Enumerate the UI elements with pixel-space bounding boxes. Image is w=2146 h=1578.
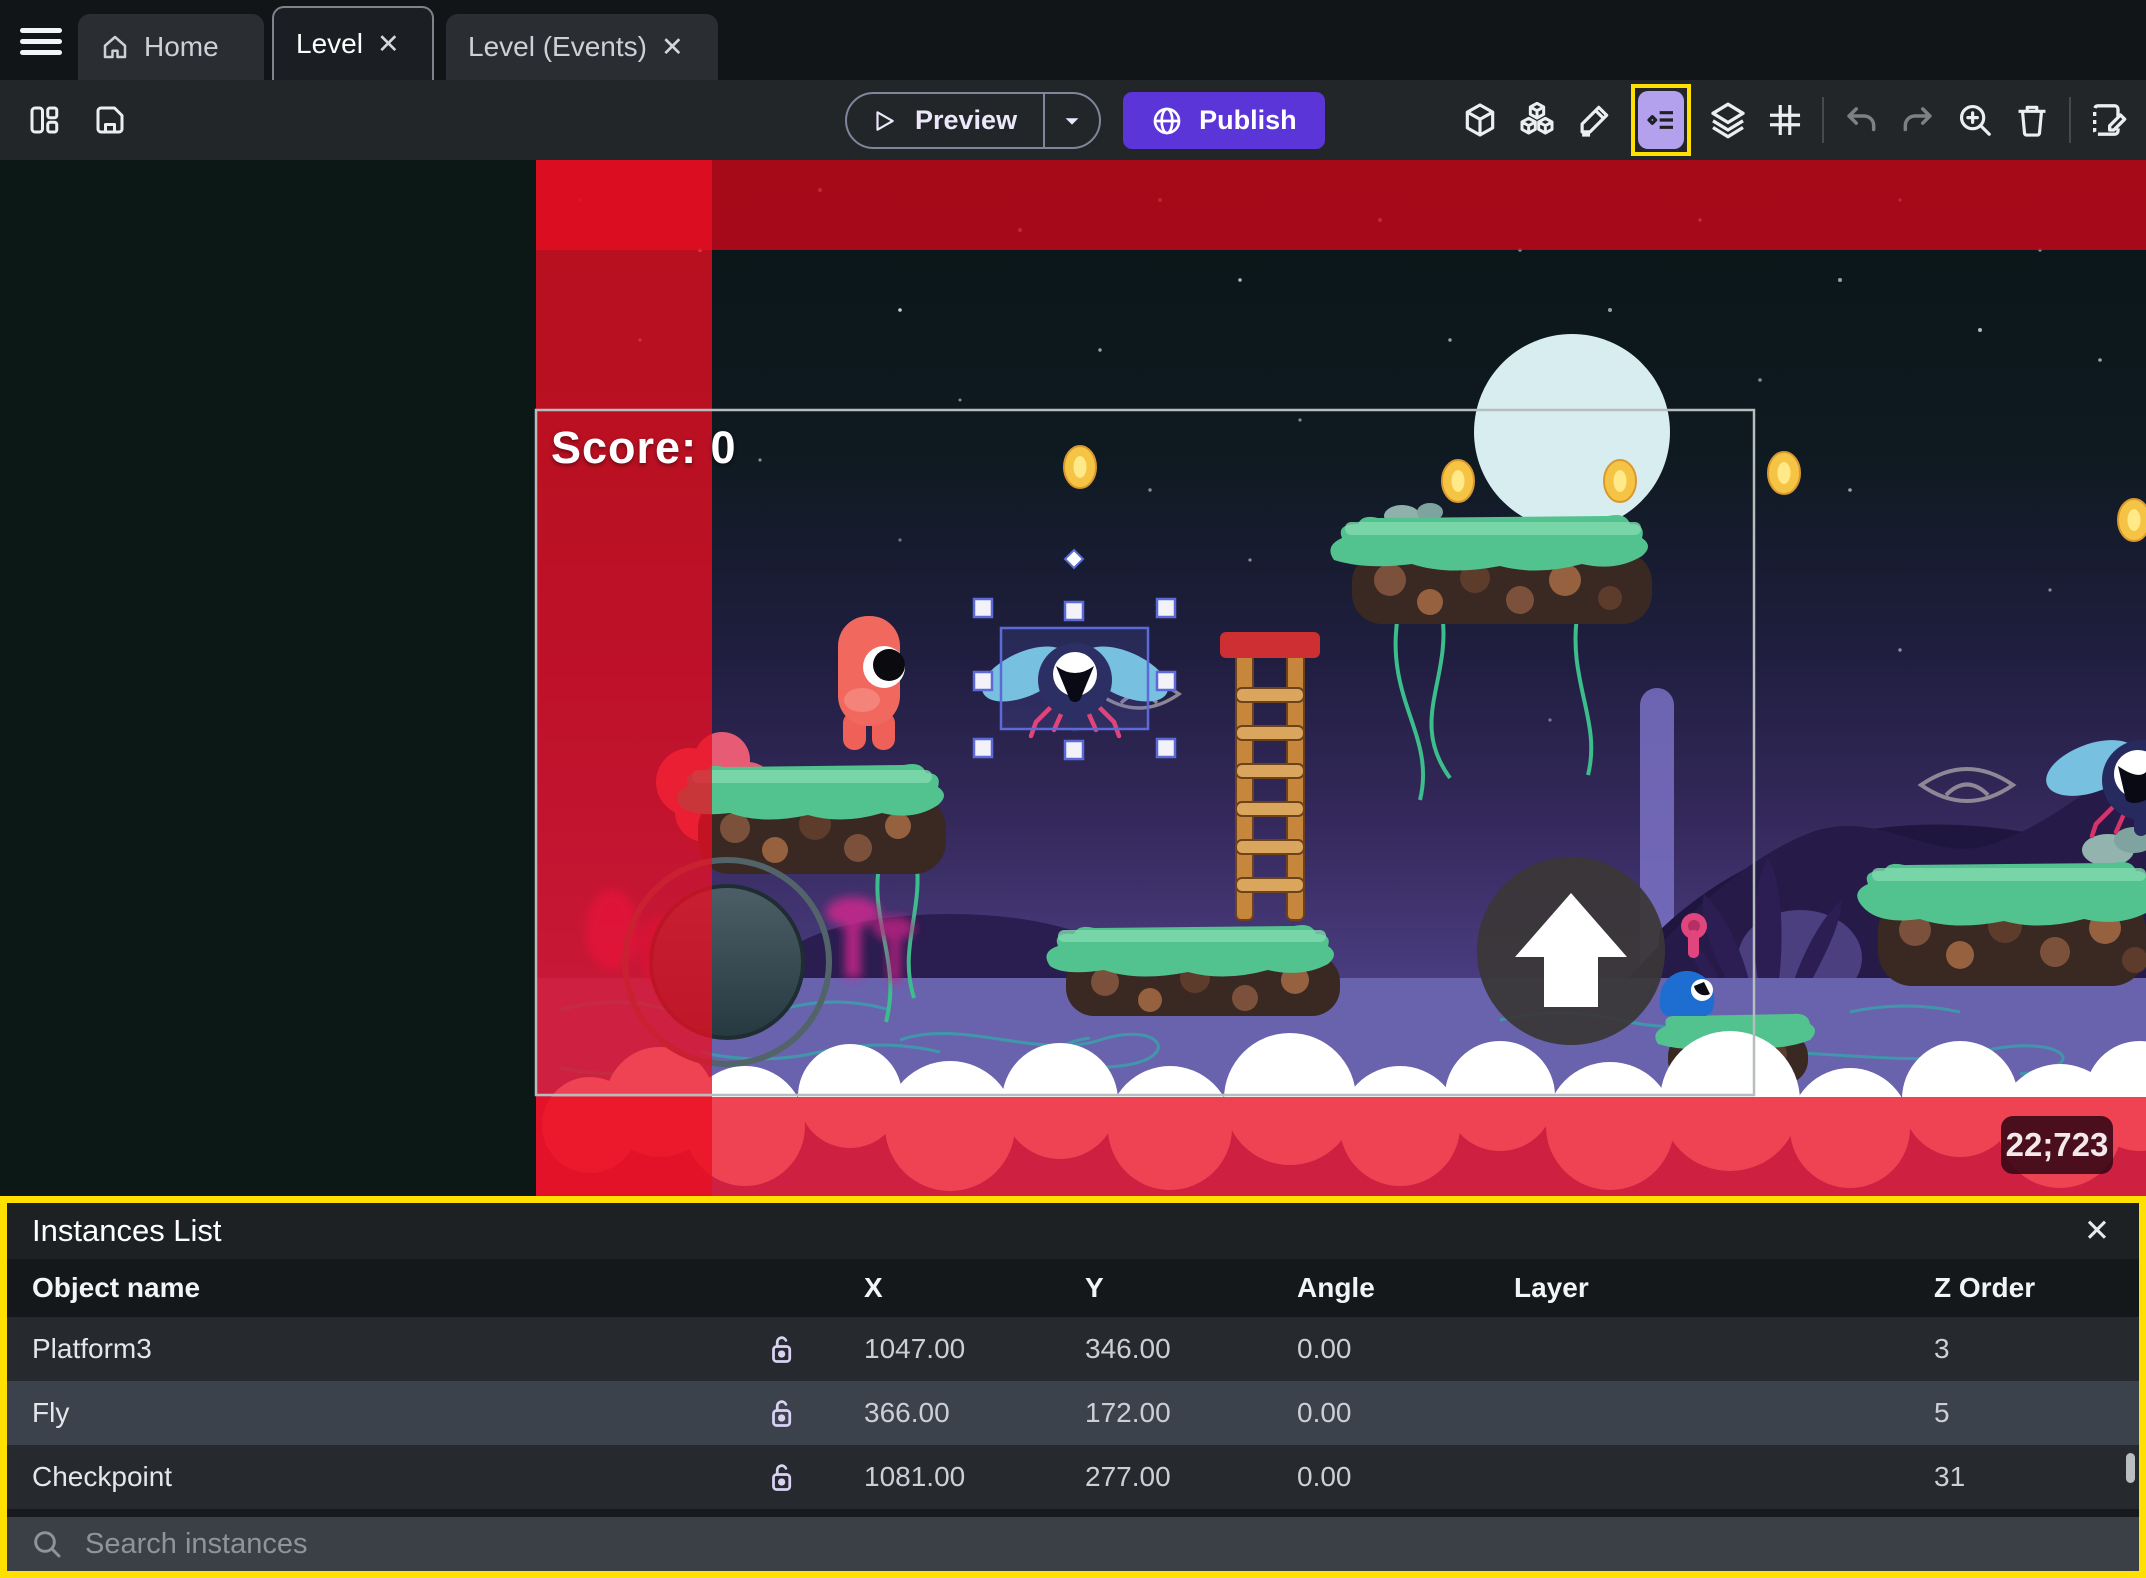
instance-x: 1047.00 [864,1333,966,1364]
instance-row-fly[interactable]: Fly 366.00 172.00 0.00 5 [7,1381,2139,1445]
instance-x: 366.00 [864,1397,950,1428]
lock-open-icon[interactable] [722,1332,839,1366]
grid-icon[interactable] [1765,100,1805,140]
search-bar [7,1517,2139,1571]
column-y: Y [1085,1272,1104,1303]
column-z-order: Z Order [1934,1272,2036,1303]
bounds-overlay-left [536,160,712,1196]
tab-home[interactable]: Home [78,14,264,80]
jump-button[interactable] [1477,857,1665,1045]
instance-row-checkpoint[interactable]: Checkpoint 1081.00 277.00 0.00 31 [7,1445,2139,1509]
tab-level[interactable]: Level ✕ [272,6,434,80]
instance-angle: 0.00 [1297,1461,1352,1492]
pencil-icon[interactable] [1574,100,1614,140]
close-icon[interactable]: ✕ [2079,1213,2115,1249]
tab-level-events-label: Level (Events) [468,31,647,62]
instance-y: 277.00 [1085,1461,1171,1492]
instance-name: Platform3 [32,1333,152,1364]
cursor-coordinates-badge: 22;723 [2001,1116,2113,1174]
instance-y: 172.00 [1085,1397,1171,1428]
instance-angle: 0.00 [1297,1397,1352,1428]
instance-name: Fly [32,1397,70,1428]
zoom-in-icon[interactable] [1955,100,1995,140]
moon [1474,334,1670,530]
score-text: Score: 0 [551,422,737,473]
column-angle: Angle [1297,1272,1375,1303]
instances-list-highlight [1631,84,1691,156]
tab-level-events[interactable]: Level (Events) ✕ [446,14,718,80]
layers-icon[interactable] [1708,100,1748,140]
bounds-overlay-bottom [536,1097,2146,1196]
instance-z: 3 [1934,1333,1950,1364]
panel-layout-icon[interactable] [24,100,64,140]
search-input[interactable] [85,1527,2115,1561]
instance-angle: 0.00 [1297,1333,1352,1364]
tab-level-events-close-icon[interactable]: ✕ [661,33,684,61]
instance-name: Checkpoint [32,1461,173,1492]
tab-level-close-icon[interactable]: ✕ [377,30,400,58]
platform-center[interactable] [1046,925,1340,1016]
undo-icon[interactable] [1841,100,1881,140]
lock-open-icon[interactable] [722,1460,839,1494]
globe-icon [1153,107,1181,134]
lock-open-icon[interactable] [722,1396,839,1430]
cube-icon[interactable] [1460,100,1500,140]
fly-enemy-selected[interactable] [974,628,1176,739]
bounds-overlay-top [536,160,2146,250]
instance-y: 346.00 [1085,1333,1171,1364]
column-object-name: Object name [32,1272,201,1303]
column-layer: Layer [1514,1272,1589,1303]
trash-icon[interactable] [2012,100,2052,140]
save-icon[interactable] [90,100,130,140]
scene-editor-canvas[interactable]: Score: 0 22;723 [0,160,2146,1196]
instances-list-title: Instances List [32,1213,222,1248]
instances-list-icon[interactable] [1638,91,1684,149]
app-window: Home Level ✕ Level (Events) ✕ Preview Pu… [0,0,2146,1578]
instances-list-panel: Instances List ✕ Object name X Y Angle L… [0,1196,2146,1578]
tab-bar: Home Level ✕ Level (Events) ✕ [0,0,2146,80]
preview-button-label: Preview [915,105,1018,135]
search-icon [34,1531,61,1558]
toolbar-separator [1822,97,1824,143]
instances-table-header: Object name X Y Angle Layer Z Order [7,1259,2139,1317]
scene-render [0,160,2146,1196]
menu-icon[interactable] [20,22,66,60]
publish-button[interactable]: Publish [1123,92,1325,149]
chevron-down-icon [1065,117,1079,125]
preview-dropdown-button[interactable] [1043,94,1099,147]
instances-table-body: Platform3 1047.00 346.00 0.00 3 Fly 366.00 172.… [7,1317,2139,1509]
instance-row-platform3[interactable]: Platform3 1047.00 346.00 0.00 3 [7,1317,2139,1381]
tab-home-label: Home [144,31,219,62]
publish-button-label: Publish [1199,105,1297,135]
instance-x: 1081.00 [864,1461,966,1492]
toolbar-separator [2069,97,2071,143]
scene-edit-icon[interactable] [2088,100,2128,140]
instance-z: 31 [1934,1461,1966,1492]
instances-cubes-icon[interactable] [1517,100,1557,140]
instances-list-titlebar: Instances List ✕ [7,1203,2139,1259]
home-icon [103,35,127,59]
editor-toolbar: Preview Publish [0,80,2146,160]
play-icon [876,110,894,131]
redo-icon[interactable] [1898,100,1938,140]
tab-level-label: Level [296,28,363,59]
scrollbar[interactable] [2126,1453,2135,1483]
instance-z: 5 [1934,1397,1950,1428]
preview-button[interactable]: Preview [845,92,1102,149]
column-x: X [864,1272,883,1303]
